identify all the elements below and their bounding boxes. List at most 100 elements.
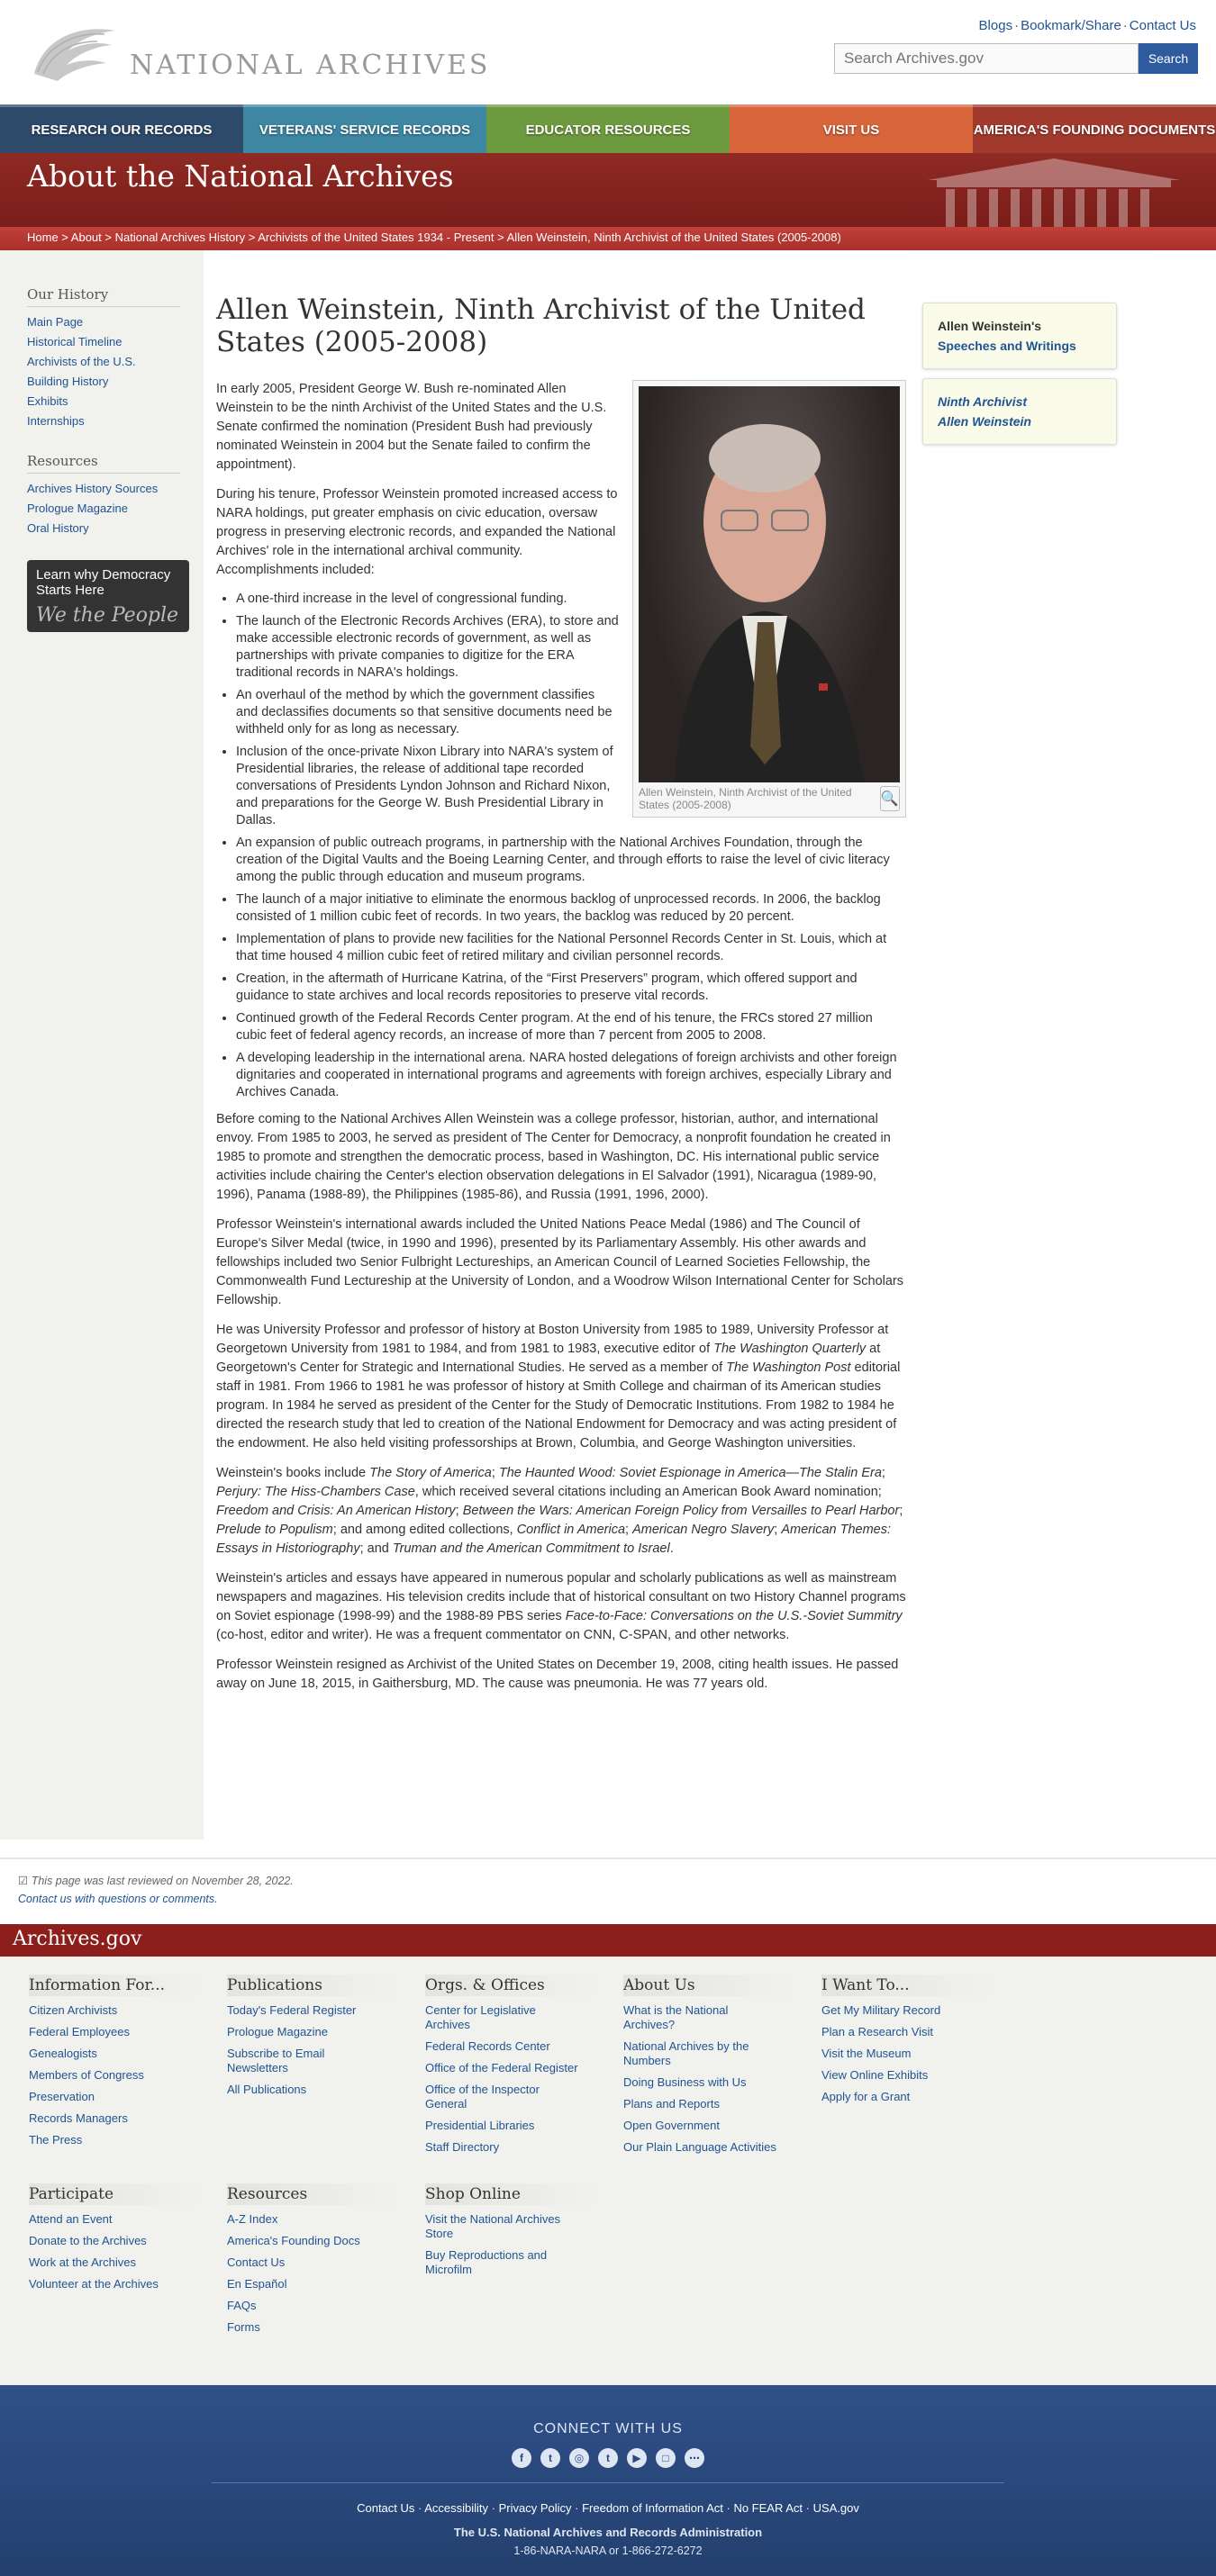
footer-link[interactable]: View Online Exhibits [821, 2068, 928, 2082]
nav-veterans-records[interactable]: Veterans' Service Records [243, 104, 486, 153]
list-item: Continued growth of the Federal Records … [236, 1010, 906, 1044]
footer-link[interactable]: What is the National Archives? [623, 2003, 728, 2031]
footer-link[interactable]: America's Founding Docs [227, 2234, 360, 2247]
connect-footer: CONNECT WITH US f t ◎ t ▶ □ ⋯ Contact Us… [0, 2385, 1216, 2576]
sidebar-item-building-history[interactable]: Building History [27, 375, 108, 388]
footer-link[interactable]: Office of the Federal Register [425, 2061, 578, 2074]
sidebar-item-prologue[interactable]: Prologue Magazine [27, 502, 128, 515]
footer-link[interactable]: All Publications [227, 2083, 306, 2096]
sidebar-item-archivists[interactable]: Archivists of the U.S. [27, 355, 136, 368]
instagram-icon[interactable]: ◎ [569, 2448, 589, 2468]
footer-link[interactable]: Volunteer at the Archives [29, 2277, 159, 2291]
sidebar-item-main-page[interactable]: Main Page [27, 315, 83, 329]
footer-link[interactable]: Today's Federal Register [227, 2003, 356, 2017]
footer-link[interactable]: Contact Us [227, 2255, 285, 2269]
footer-link[interactable]: Presidential Libraries [425, 2119, 534, 2132]
footer-link[interactable]: Buy Reproductions and Microfilm [425, 2248, 547, 2276]
footer-link[interactable]: Attend an Event [29, 2212, 113, 2226]
twitter-icon[interactable]: t [540, 2448, 560, 2468]
footer-link[interactable]: Open Government [623, 2119, 720, 2132]
social-icons: f t ◎ t ▶ □ ⋯ [0, 2448, 1216, 2468]
breadcrumb-home[interactable]: Home [27, 230, 59, 244]
footer-link[interactable]: Federal Employees [29, 2025, 130, 2038]
page-heading: About the National Archives [27, 158, 454, 194]
list-item: A developing leadership in the internati… [236, 1050, 906, 1101]
footer-link[interactable]: FAQs [227, 2299, 257, 2312]
legal-links: Contact Us · Accessibility · Privacy Pol… [357, 2501, 859, 2515]
sidebar-item-timeline[interactable]: Historical Timeline [27, 335, 122, 348]
footer-link[interactable]: Subscribe to Email Newsletters [227, 2047, 324, 2074]
footer-link[interactable]: Preservation [29, 2090, 95, 2103]
footer-link[interactable]: A-Z Index [227, 2212, 277, 2226]
footer-link[interactable]: Forms [227, 2320, 260, 2334]
nav-founding-documents[interactable]: America's Founding Documents [973, 104, 1216, 153]
nav-visit-us[interactable]: Visit Us [730, 104, 973, 153]
footer-link[interactable]: Federal Records Center [425, 2039, 550, 2053]
breadcrumb-archivists[interactable]: Archivists of the United States 1934 - P… [258, 230, 494, 244]
footer-link[interactable]: National Archives by the Numbers [623, 2039, 749, 2067]
speeches-writings-link[interactable]: Speeches and Writings [938, 339, 1076, 353]
footer-link[interactable]: Plans and Reports [623, 2097, 720, 2111]
footer-link[interactable]: Office of the Inspector General [425, 2083, 540, 2111]
footer-link[interactable]: Plan a Research Visit [821, 2025, 933, 2038]
bookmark-share-link[interactable]: Bookmark/Share [1021, 18, 1121, 33]
more-icon[interactable]: ⋯ [685, 2448, 704, 2468]
footer-link[interactable]: The Press [29, 2133, 82, 2147]
site-logo[interactable]: NATIONAL ARCHIVES [25, 20, 490, 85]
contact-us-questions-link[interactable]: Contact us with questions or comments. [18, 1893, 218, 1905]
search-input[interactable] [834, 43, 1139, 74]
sidebar-item-exhibits[interactable]: Exhibits [27, 394, 68, 408]
youtube-icon[interactable]: ▶ [627, 2448, 647, 2468]
footer-accessibility-link[interactable]: Accessibility [424, 2501, 488, 2515]
footer-link[interactable]: Get My Military Record [821, 2003, 940, 2017]
awards-paragraph: Professor Weinstein's international awar… [216, 1217, 903, 1307]
breadcrumb-history[interactable]: National Archives History [115, 230, 246, 244]
sidebar-item-history-sources[interactable]: Archives History Sources [27, 482, 158, 495]
main-content: Allen Weinstein, Ninth Archivist of the … [204, 250, 906, 1839]
footer-column: Resources A-Z Index America's Founding Doc… [227, 2183, 425, 2342]
footer-link[interactable]: Donate to the Archives [29, 2234, 147, 2247]
resources-links: Archives History Sources Prologue Magazi… [27, 479, 204, 538]
nav-educator-resources[interactable]: Educator Resources [486, 104, 730, 153]
career-paragraph: Before coming to the National Archives A… [216, 1112, 891, 1202]
democracy-promo[interactable]: Learn why Democracy Starts Here We the P… [27, 560, 189, 632]
footer-link[interactable]: Genealogists [29, 2047, 97, 2060]
footer-link[interactable]: Visit the Museum [821, 2047, 911, 2060]
breadcrumb-about[interactable]: About [71, 230, 102, 244]
blog-icon[interactable]: □ [656, 2448, 676, 2468]
facebook-icon[interactable]: f [512, 2448, 531, 2468]
nav-research-records[interactable]: Research Our Records [0, 104, 243, 153]
footer-foia-link[interactable]: Freedom of Information Act [582, 2501, 723, 2515]
portrait-figure: Allen Weinstein, Ninth Archivist of the … [632, 380, 906, 818]
footer-privacy-link[interactable]: Privacy Policy [499, 2501, 572, 2515]
contact-us-link[interactable]: Contact Us [1130, 18, 1196, 33]
footer-link[interactable]: En Español [227, 2277, 287, 2291]
ninth-archivist-link[interactable]: Ninth Archivist Allen Weinstein [938, 394, 1031, 429]
footer-nofear-link[interactable]: No FEAR Act [733, 2501, 803, 2515]
footer-column: About Us What is the National Archives? Na… [623, 1975, 821, 2162]
footer-link[interactable]: Visit the National Archives Store [425, 2212, 560, 2240]
footer-link[interactable]: Doing Business with Us [623, 2075, 747, 2089]
footer-link[interactable]: Members of Congress [29, 2068, 144, 2082]
utility-links: Blogs · Bookmark/Share · Contact Us [978, 18, 1196, 33]
main-nav: Research Our Records Veterans' Service R… [0, 104, 1216, 153]
footer-link[interactable]: Work at the Archives [29, 2255, 136, 2269]
tumblr-icon[interactable]: t [598, 2448, 618, 2468]
footer-link[interactable]: Staff Directory [425, 2140, 499, 2154]
article-title: Allen Weinstein, Ninth Archivist of the … [216, 294, 866, 358]
search-button[interactable]: Search [1139, 43, 1198, 74]
sidebar-item-oral-history[interactable]: Oral History [27, 521, 89, 535]
footer-link[interactable]: Citizen Archivists [29, 2003, 117, 2017]
footer-usagov-link[interactable]: USA.gov [813, 2501, 859, 2515]
sidebar-item-internships[interactable]: Internships [27, 414, 85, 428]
footer-link[interactable]: Prologue Magazine [227, 2025, 328, 2038]
footer-column: Participate Attend an Event Donate to the … [29, 2183, 227, 2342]
footer-contact-link[interactable]: Contact Us [357, 2501, 414, 2515]
weinstein-portrait[interactable] [639, 386, 900, 782]
footer-link[interactable]: Records Managers [29, 2111, 128, 2125]
zoom-icon[interactable]: 🔍 [879, 786, 900, 811]
footer-link[interactable]: Apply for a Grant [821, 2090, 910, 2103]
blogs-link[interactable]: Blogs [979, 18, 1013, 33]
footer-link[interactable]: Center for Legislative Archives [425, 2003, 536, 2031]
footer-link[interactable]: Our Plain Language Activities [623, 2140, 776, 2154]
